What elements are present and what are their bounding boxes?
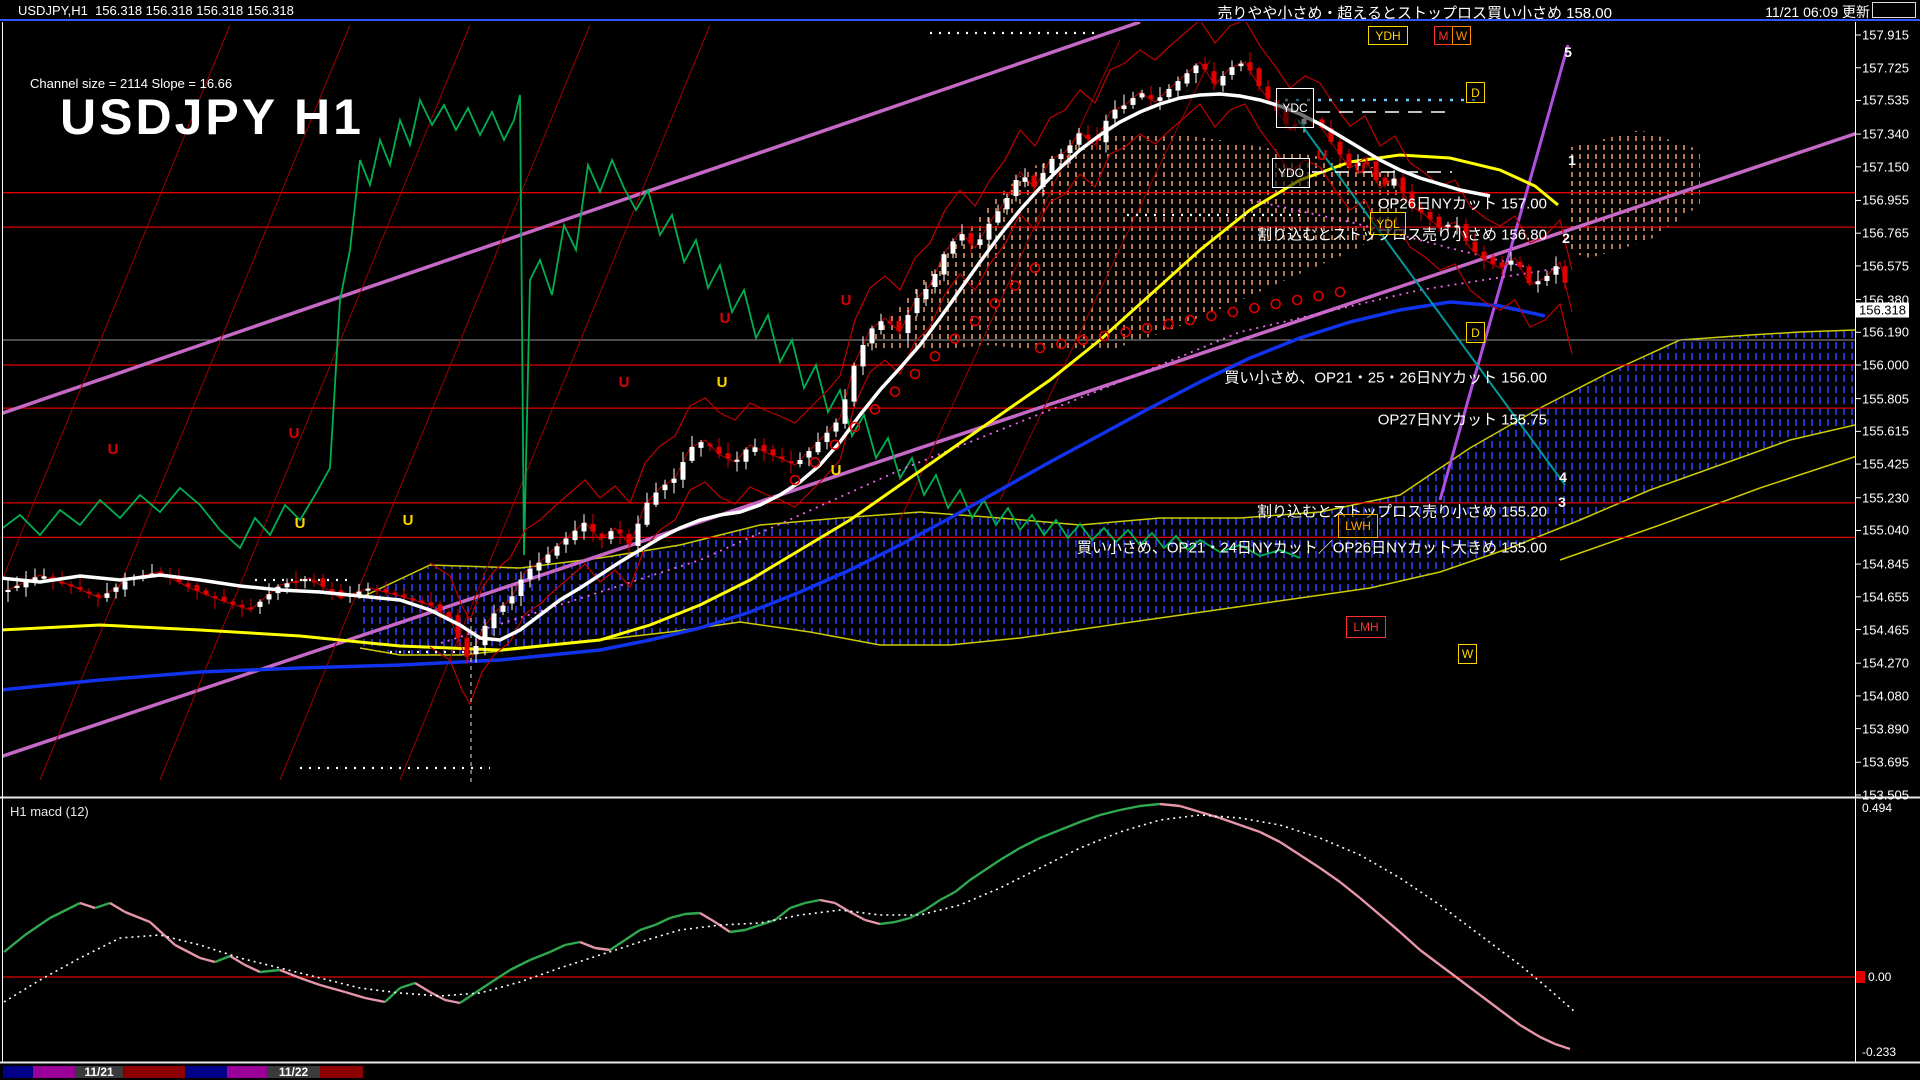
level-tag-lmh: LMH: [1346, 616, 1386, 638]
price-axis-label: 154.270: [1862, 655, 1909, 671]
price-axis-label: 154.655: [1862, 589, 1909, 605]
header-divider: [0, 19, 1920, 21]
level-tag-ydc: YDC: [1276, 88, 1314, 128]
level-tag-d: D: [1466, 322, 1485, 343]
price-axis-label: 157.150: [1862, 159, 1909, 175]
timeline-segment[interactable]: [3, 1066, 33, 1078]
level-tag-d: D: [1466, 82, 1485, 103]
macd-indicator-label: H1 macd (12): [10, 804, 89, 819]
top-status-bar: USDJPY,H1 156.318 156.318 156.318 156.31…: [0, 0, 1920, 22]
svg-text:U: U: [619, 374, 630, 391]
macd-axis-max: 0.494: [1862, 801, 1893, 815]
level-tag-ydo: YDO: [1272, 158, 1310, 188]
order-annotation: 買い小さめ、OP21・25・26日NYカット 156.00: [1224, 369, 1547, 387]
price-axis-label: 155.425: [1862, 456, 1909, 472]
price-axis-label: 157.340: [1862, 126, 1909, 142]
level-tag-ydh: YDH: [1368, 26, 1408, 45]
teal-projection-line: [1297, 119, 1566, 486]
svg-text:U: U: [108, 441, 119, 458]
svg-text:U: U: [403, 512, 414, 529]
current-price-badge: 156.318: [1856, 302, 1909, 318]
price-axis-label: 155.230: [1862, 490, 1909, 506]
svg-text:U: U: [720, 310, 731, 327]
svg-text:U: U: [1317, 147, 1328, 164]
price-axis-label: 156.000: [1862, 357, 1909, 373]
price-axis-label: 156.955: [1862, 192, 1909, 208]
trading-chart-window: UUUUUUUUUUUU USDJPY,H1 156.318 156.318 1…: [0, 0, 1920, 1080]
macd-axis-min: -0.233: [1862, 1045, 1897, 1059]
price-axis-label: 156.575: [1862, 258, 1909, 274]
macd-axis-zero: 0.00: [1868, 970, 1892, 984]
price-axis-label: 157.915: [1862, 27, 1909, 43]
price-axis-label: 154.845: [1862, 556, 1909, 572]
order-annotation: OP27日NYカット 155.75: [1377, 411, 1547, 429]
timeline-segment[interactable]: [123, 1066, 185, 1078]
price-axis-label: 155.615: [1862, 423, 1909, 439]
level-tag-w: W: [1452, 26, 1471, 45]
price-axis-label: 153.695: [1862, 754, 1909, 770]
wave-number-3: 3: [1558, 494, 1566, 510]
wave-number-5: 5: [1564, 44, 1572, 60]
svg-text:U: U: [1355, 160, 1366, 177]
symbol-ohlc-readout: USDJPY,H1 156.318 156.318 156.318 156.31…: [18, 3, 294, 18]
level-tag-m: M: [1434, 26, 1453, 45]
svg-text:U: U: [289, 425, 300, 442]
price-axis-label: 153.890: [1862, 721, 1909, 737]
price-axis-label: 157.535: [1862, 92, 1909, 108]
level-tag-lwh: LWH: [1338, 514, 1378, 538]
price-axis-label: 157.725: [1862, 60, 1909, 76]
timeline-segment[interactable]: [185, 1066, 227, 1078]
wave-number-1: 1: [1568, 152, 1576, 168]
timeline-segment[interactable]: [227, 1066, 267, 1078]
level-tag-w: W: [1458, 644, 1477, 664]
corner-box: [1872, 2, 1916, 18]
timeline-segment[interactable]: 11/21: [75, 1066, 123, 1078]
chart-watermark-title: USDJPY H1: [60, 89, 364, 145]
price-axis-label: 154.465: [1862, 622, 1909, 638]
svg-text:U: U: [831, 462, 842, 479]
price-chart-canvas[interactable]: UUUUUUUUUUUU: [0, 0, 1920, 1080]
price-axis-label: 155.040: [1862, 522, 1909, 538]
timeline-date-label: 11/21: [84, 1065, 114, 1079]
price-axis-label: 155.805: [1862, 391, 1909, 407]
order-annotation: 買い小さめ、OP21・24日NYカット／OP26日NYカット大きめ 155.00: [1076, 539, 1547, 557]
price-axis-label: 156.765: [1862, 225, 1909, 241]
timeline-segment[interactable]: [33, 1066, 75, 1078]
wave-number-2: 2: [1562, 230, 1570, 246]
order-annotation: OP26日NYカット 157.00: [1377, 195, 1547, 213]
price-axis-label: 156.190: [1862, 324, 1909, 340]
session-timeline-bar[interactable]: 11/21 11/22: [0, 1064, 1920, 1080]
macd-panel: [3, 802, 1855, 1051]
svg-text:U: U: [295, 515, 306, 532]
wave-number-4: 4: [1559, 469, 1567, 485]
timeline-segment[interactable]: [320, 1066, 363, 1078]
timeline-segment[interactable]: 11/22: [267, 1066, 320, 1078]
svg-text:U: U: [717, 374, 728, 391]
level-tag-ydl: YDL: [1370, 212, 1406, 235]
timeline-date-label: 11/22: [278, 1065, 309, 1079]
svg-text:U: U: [841, 292, 852, 309]
order-annotation: 割り込むとストップロス売り小さめ 155.20: [1256, 503, 1547, 521]
price-axis-label: 154.080: [1862, 688, 1909, 704]
